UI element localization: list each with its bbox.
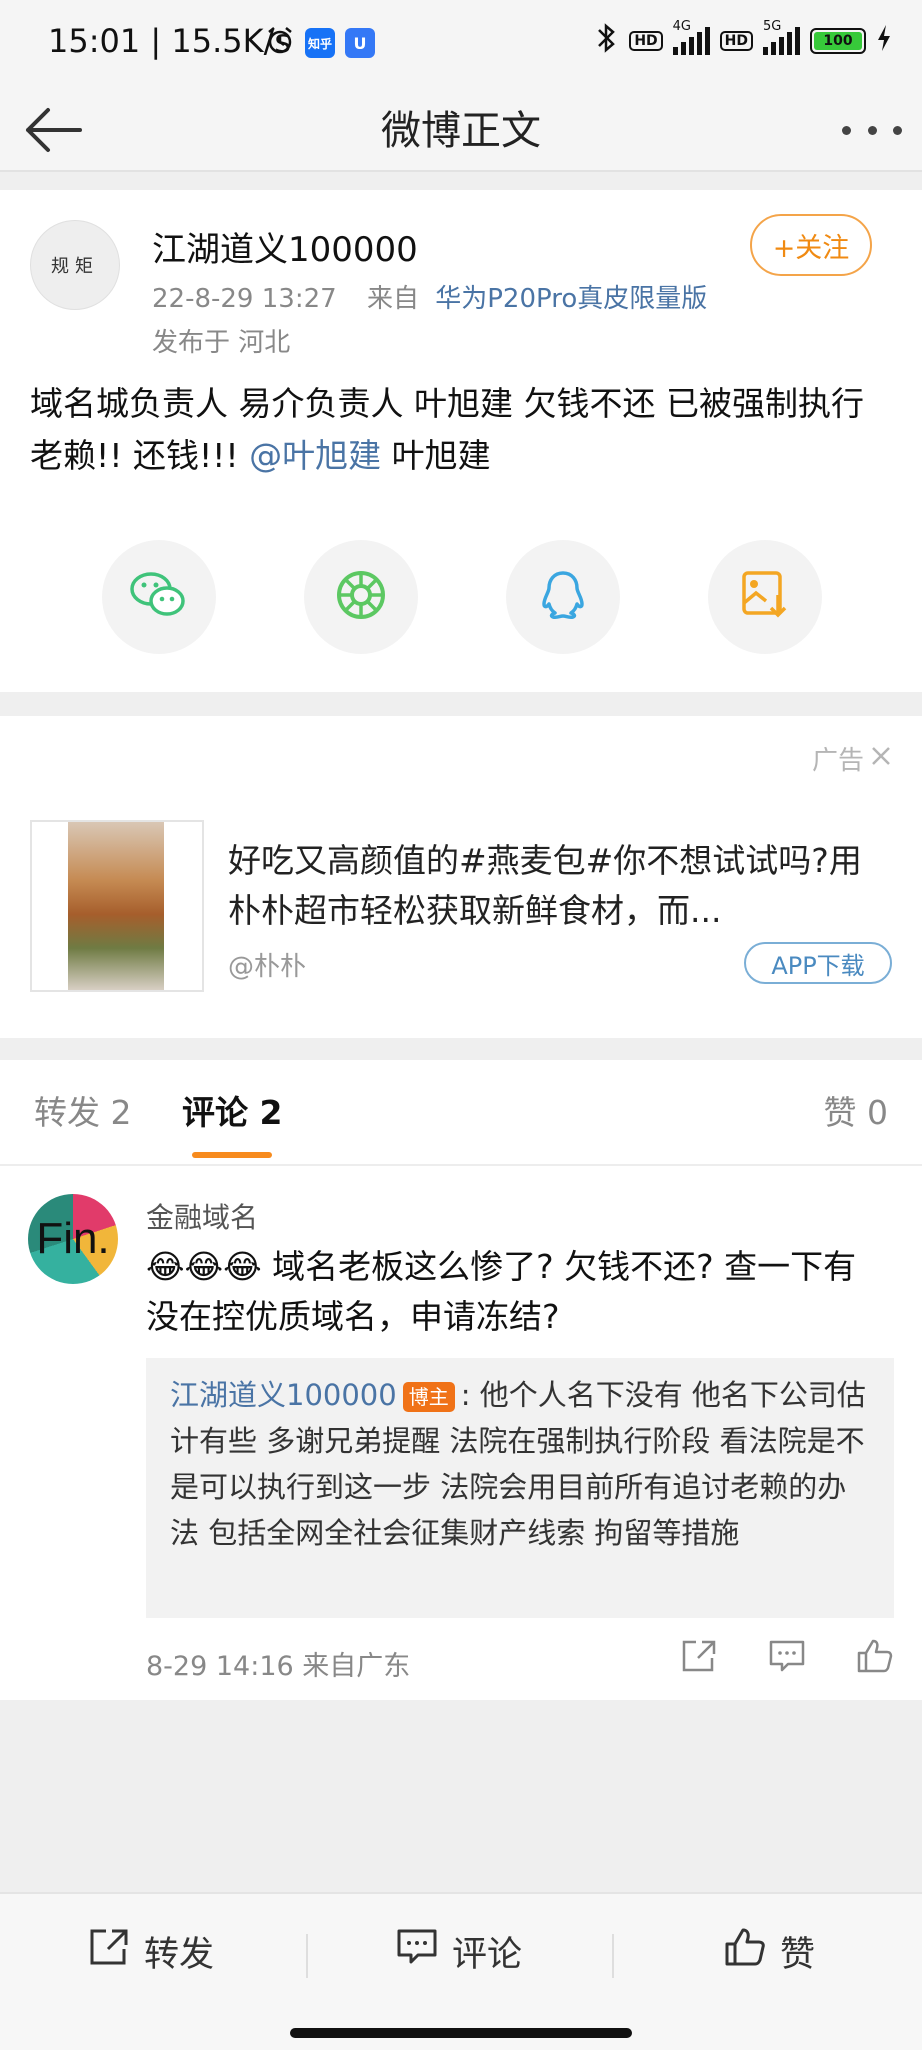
reply-text: 江湖道义100000 博主: 他个人名下没有 他名下公司估计有些 多谢兄弟提醒 法… [170,1372,874,1556]
ad-source: @朴朴 [228,952,307,982]
like-label: 赞 [780,1935,816,1975]
author-name[interactable]: 江湖道义100000 [152,222,418,271]
comment-share-icon[interactable] [680,1638,718,1678]
comment-like-icon[interactable] [856,1638,894,1678]
comment-item: Fin. 金融域名 😂😂😂 域名老板这么惨了? 欠钱不还? 查一下有没在控优质域… [0,1166,922,1700]
tab-repost[interactable]: 转发 2 [34,1086,132,1134]
hd-indicator-2: HD [719,31,753,51]
comment-button[interactable]: 评论 [396,1926,522,1977]
ad-card[interactable]: 广告 好吃又高颜值的#燕麦包#你不想试试吗?用朴朴超市轻松获取新鲜食材，而...… [0,716,922,1038]
follow-button[interactable]: +关注 [750,214,872,276]
interaction-tabs: 转发 2 评论 2 赞 0 [0,1060,922,1166]
active-tab-indicator [192,1152,272,1158]
moments-share-button[interactable] [304,540,418,654]
post-source-device[interactable]: 华为P20Pro真皮限量版 [435,284,707,314]
bluetooth-icon [593,22,619,60]
share-row [102,540,822,654]
status-app-icons: 知乎 U [265,26,375,60]
comment-reply-icon[interactable] [768,1638,806,1678]
moments-icon [335,569,387,625]
home-indicator[interactable] [290,2028,632,2038]
comment-actions [680,1638,894,1678]
author-avatar[interactable]: 规矩 [30,220,120,310]
comment-label: 评论 [452,1935,523,1975]
ad-label[interactable]: 广告 [812,740,892,777]
save-image-button[interactable] [708,540,822,654]
wechat-icon [129,569,189,625]
divider-2 [612,1934,614,1978]
laugh-emoji-icon: 😂😂😂 [146,1247,262,1286]
charging-icon [876,24,892,58]
post-text-tail: 叶旭建 [381,436,491,475]
ad-label-text: 广告 [811,746,864,776]
source-prefix: 来自 [366,284,419,314]
reply-box[interactable]: 江湖道义100000 博主: 他个人名下没有 他名下公司估计有些 多谢兄弟提醒 法… [146,1358,894,1618]
zhihu-app-icon: 知乎 [305,28,335,58]
ad-text[interactable]: 好吃又高颜值的#燕麦包#你不想试试吗?用朴朴超市轻松获取新鲜食材，而... [228,836,888,936]
bottom-action-bar: 转发 评论 赞 [0,1892,922,2050]
post-timestamp: 22-8-29 13:27 [152,284,337,314]
divider [306,1934,308,1978]
comment-icon [396,1927,438,1976]
status-bar: 15:01 | 15.5K/s 知乎 U HD 4G HD 5G 100 [0,0,922,90]
nav-header: 微博正文 [0,90,922,172]
wechat-share-button[interactable] [102,540,216,654]
author-badge: 博主 [402,1382,455,1412]
save-image-icon [740,569,790,625]
hd-indicator: HD [629,31,663,51]
post-body: 域名城负责人 易介负责人 叶旭建 欠钱不还 已被强制执行 老赖!! 还钱!!! … [30,378,890,482]
reply-author[interactable]: 江湖道义100000 [170,1378,397,1412]
ad-photo [68,822,164,990]
page-title: 微博正文 [381,108,541,154]
battery-icon: 100 [810,28,866,54]
repost-icon [88,1927,130,1976]
more-options-icon[interactable] [842,112,902,148]
comment-text: 😂😂😂 域名老板这么惨了? 欠钱不还? 查一下有没在控优质域名，申请冻结? [146,1242,886,1342]
repost-button[interactable]: 转发 [88,1926,214,1977]
close-icon[interactable] [870,744,892,774]
signal-4g-icon: 4G [672,19,710,55]
post-card: 规矩 江湖道义100000 22-8-29 13:27 来自 华为P20Pro真… [0,190,922,692]
app-download-button[interactable]: APP下载 [744,942,892,984]
qq-icon [541,569,585,625]
u-app-icon: U [345,28,375,58]
tab-comments[interactable]: 评论 2 [182,1086,282,1134]
qq-share-button[interactable] [506,540,620,654]
ad-thumbnail[interactable] [30,820,204,992]
signal-5g-icon: 5G [763,19,800,55]
tab-likes[interactable]: 赞 0 [824,1086,889,1134]
status-right: HD 4G HD 5G 100 [593,19,892,60]
like-button[interactable]: 赞 [724,1926,815,1977]
repost-label: 转发 [144,1935,215,1975]
post-meta: 22-8-29 13:27 来自 华为P20Pro真皮限量版 [152,278,707,315]
commenter-avatar[interactable]: Fin. [28,1194,118,1284]
alarm-icon [265,26,295,60]
status-time: 15:01 | 15.5K/s [48,22,292,60]
mention-link[interactable]: @叶旭建 [249,436,381,475]
commenter-name[interactable]: 金融域名 [146,1196,258,1236]
thumbs-up-icon [724,1927,766,1976]
post-location: 发布于 河北 [152,328,291,358]
comment-meta: 8-29 14:16 来自广东 [146,1651,411,1682]
